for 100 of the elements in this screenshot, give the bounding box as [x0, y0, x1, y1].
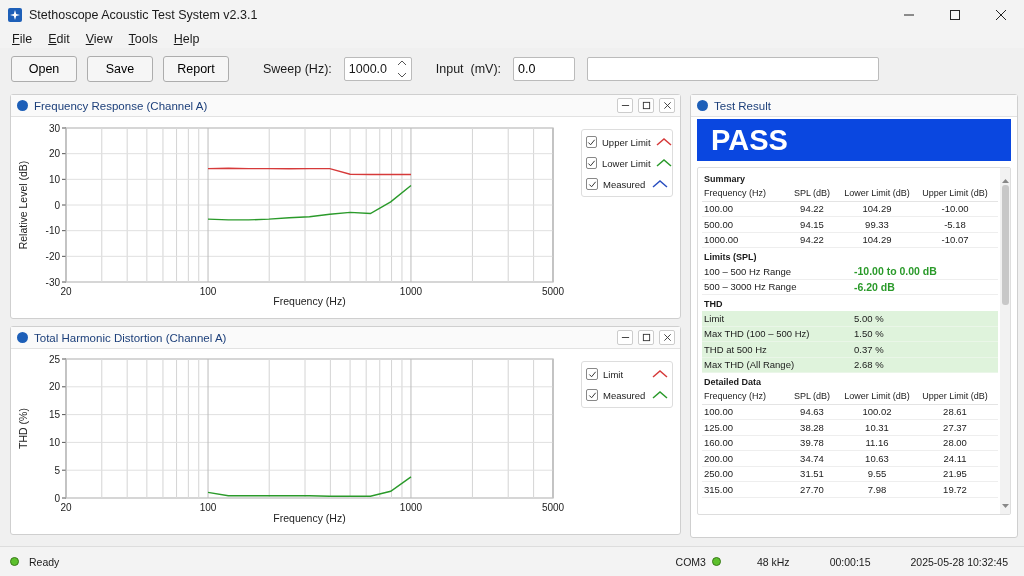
- table-cell-text: 24.11: [942, 452, 968, 464]
- menu-item[interactable]: File: [4, 32, 41, 46]
- window-title: Stethoscope Acoustic Test System v2.3.1: [29, 8, 259, 22]
- close-button[interactable]: [659, 330, 675, 345]
- tick-label: 100: [199, 286, 217, 297]
- table-cell-text: 10.31: [864, 421, 890, 433]
- tick-label: 1000: [399, 502, 423, 513]
- close-icon[interactable]: [995, 9, 1007, 21]
- axis-title: Relative Level (dB): [17, 160, 29, 250]
- table-cell-text: -5.18: [943, 218, 967, 230]
- menu-item[interactable]: Edit: [40, 32, 78, 46]
- table-cell-text: 94.63: [799, 406, 825, 418]
- scroll-up-icon[interactable]: [1001, 178, 1009, 183]
- column-header: SPL (dB): [792, 391, 832, 402]
- row-value: -6.20 dB: [854, 280, 896, 293]
- table-cell-text: 31.51: [799, 468, 825, 480]
- tick-label: 20: [48, 148, 60, 160]
- table-cell-text: 94.22: [799, 234, 825, 246]
- menu-item[interactable]: Tools: [120, 32, 166, 46]
- table-cell-text: 21.95: [942, 468, 968, 480]
- row-label: Max THD (100 – 500 Hz): [704, 328, 811, 340]
- status-dot-icon: [17, 100, 28, 111]
- column-header: Lower Limit (dB): [843, 391, 911, 402]
- status-dot-icon: [697, 100, 708, 111]
- port-label: COM3: [675, 555, 706, 568]
- tick-label: 5000: [541, 286, 565, 297]
- row-label: 500 – 3000 Hz Range: [704, 281, 798, 293]
- table-cell-text: 200.00: [704, 452, 735, 464]
- scroll-thumb[interactable]: [1001, 185, 1009, 305]
- checkmark-icon: [587, 137, 596, 147]
- row-label: Max THD (All Range): [704, 359, 796, 371]
- checkmark-icon: [587, 158, 596, 168]
- text-field[interactable]: [587, 57, 880, 81]
- status-text: Ready: [29, 555, 61, 568]
- table-cell-text: 39.78: [799, 437, 825, 449]
- elapsed-time: 00:00:15: [829, 555, 871, 568]
- field-label: Sweep (Hz):: [263, 62, 332, 76]
- tick-label: -30: [45, 276, 60, 288]
- menu-item[interactable]: View: [77, 32, 121, 46]
- spin-arrows-icon[interactable]: [396, 60, 407, 78]
- maximize-button[interactable]: [638, 330, 654, 345]
- table-cell-text: 34.74: [799, 452, 825, 464]
- section-title: Detailed Data: [703, 376, 763, 389]
- table-cell-text: 27.37: [942, 421, 968, 433]
- menu-item[interactable]: Help: [165, 32, 208, 46]
- column-header: SPL (dB): [792, 188, 832, 199]
- toolbar-button[interactable]: Save: [87, 56, 153, 82]
- table-cell-text: -10.07: [940, 234, 970, 246]
- tick-label: 0: [54, 492, 60, 504]
- panel-title: Frequency Response (Channel A): [34, 99, 209, 112]
- table-cell-text: 315.00: [704, 483, 735, 495]
- checkbox[interactable]: [586, 389, 598, 401]
- panel-title: Total Harmonic Distortion (Channel A): [34, 331, 228, 344]
- checkmark-icon: [587, 179, 597, 189]
- tick-label: 20: [48, 381, 60, 393]
- table-cell-text: 104.29: [861, 203, 893, 215]
- checkbox[interactable]: [586, 157, 597, 169]
- table-cell-text: 28.00: [942, 437, 968, 449]
- row-label: THD at 500 Hz: [704, 343, 768, 355]
- table-cell-text: 100.00: [704, 406, 735, 418]
- tick-label: 5000: [541, 502, 565, 513]
- minimize-button[interactable]: [617, 98, 633, 113]
- table-cell-text: -10.00: [940, 203, 970, 215]
- close-icon: [662, 101, 672, 110]
- checkbox[interactable]: [586, 178, 598, 190]
- checkbox[interactable]: [586, 368, 598, 380]
- checkmark-icon: [587, 390, 597, 400]
- table-cell-text: 1000.00: [704, 234, 740, 246]
- table-cell-text: 104.29: [861, 234, 893, 246]
- table-cell-text: 19.72: [942, 483, 968, 495]
- row-value: 0.37 %: [854, 343, 885, 355]
- date-time: 2025-05-28 10:32:45: [910, 555, 1008, 568]
- table-cell-text: 10.63: [864, 452, 890, 464]
- scrollbar[interactable]: [1000, 168, 1010, 514]
- checkbox[interactable]: [586, 136, 597, 148]
- tick-label: 0: [54, 199, 60, 211]
- row-label: Limit: [704, 312, 726, 324]
- toolbar-button[interactable]: Report: [163, 56, 229, 82]
- section-title: Limits (SPL): [703, 251, 758, 264]
- maximize-icon: [641, 333, 651, 342]
- column-header: Upper Limit (dB): [921, 391, 989, 402]
- verdict-banner: PASS: [697, 119, 1011, 161]
- column-header: Frequency (Hz): [704, 391, 767, 402]
- row-value: 5.00 %: [854, 312, 885, 324]
- sweep-spinbox[interactable]: 1000.0: [343, 57, 412, 81]
- tick-label: 5: [54, 464, 60, 476]
- sample-rate: 48 kHz: [756, 555, 790, 568]
- table-cell-text: 100.00: [704, 203, 735, 215]
- row-label: 100 – 500 Hz Range: [704, 265, 793, 277]
- maximize-icon[interactable]: [949, 9, 961, 21]
- minimize-button[interactable]: [617, 330, 633, 345]
- table-cell-text: 11.16: [864, 437, 890, 449]
- toolbar-button[interactable]: Open: [11, 56, 77, 82]
- maximize-button[interactable]: [638, 98, 654, 113]
- table-cell-text: 500.00: [704, 218, 735, 230]
- column-header: Upper Limit (dB): [921, 188, 989, 199]
- scroll-down-icon[interactable]: [1001, 504, 1009, 509]
- table-cell-text: 94.22: [799, 203, 825, 215]
- close-button[interactable]: [659, 98, 675, 113]
- input-field[interactable]: 0.0: [513, 57, 576, 81]
